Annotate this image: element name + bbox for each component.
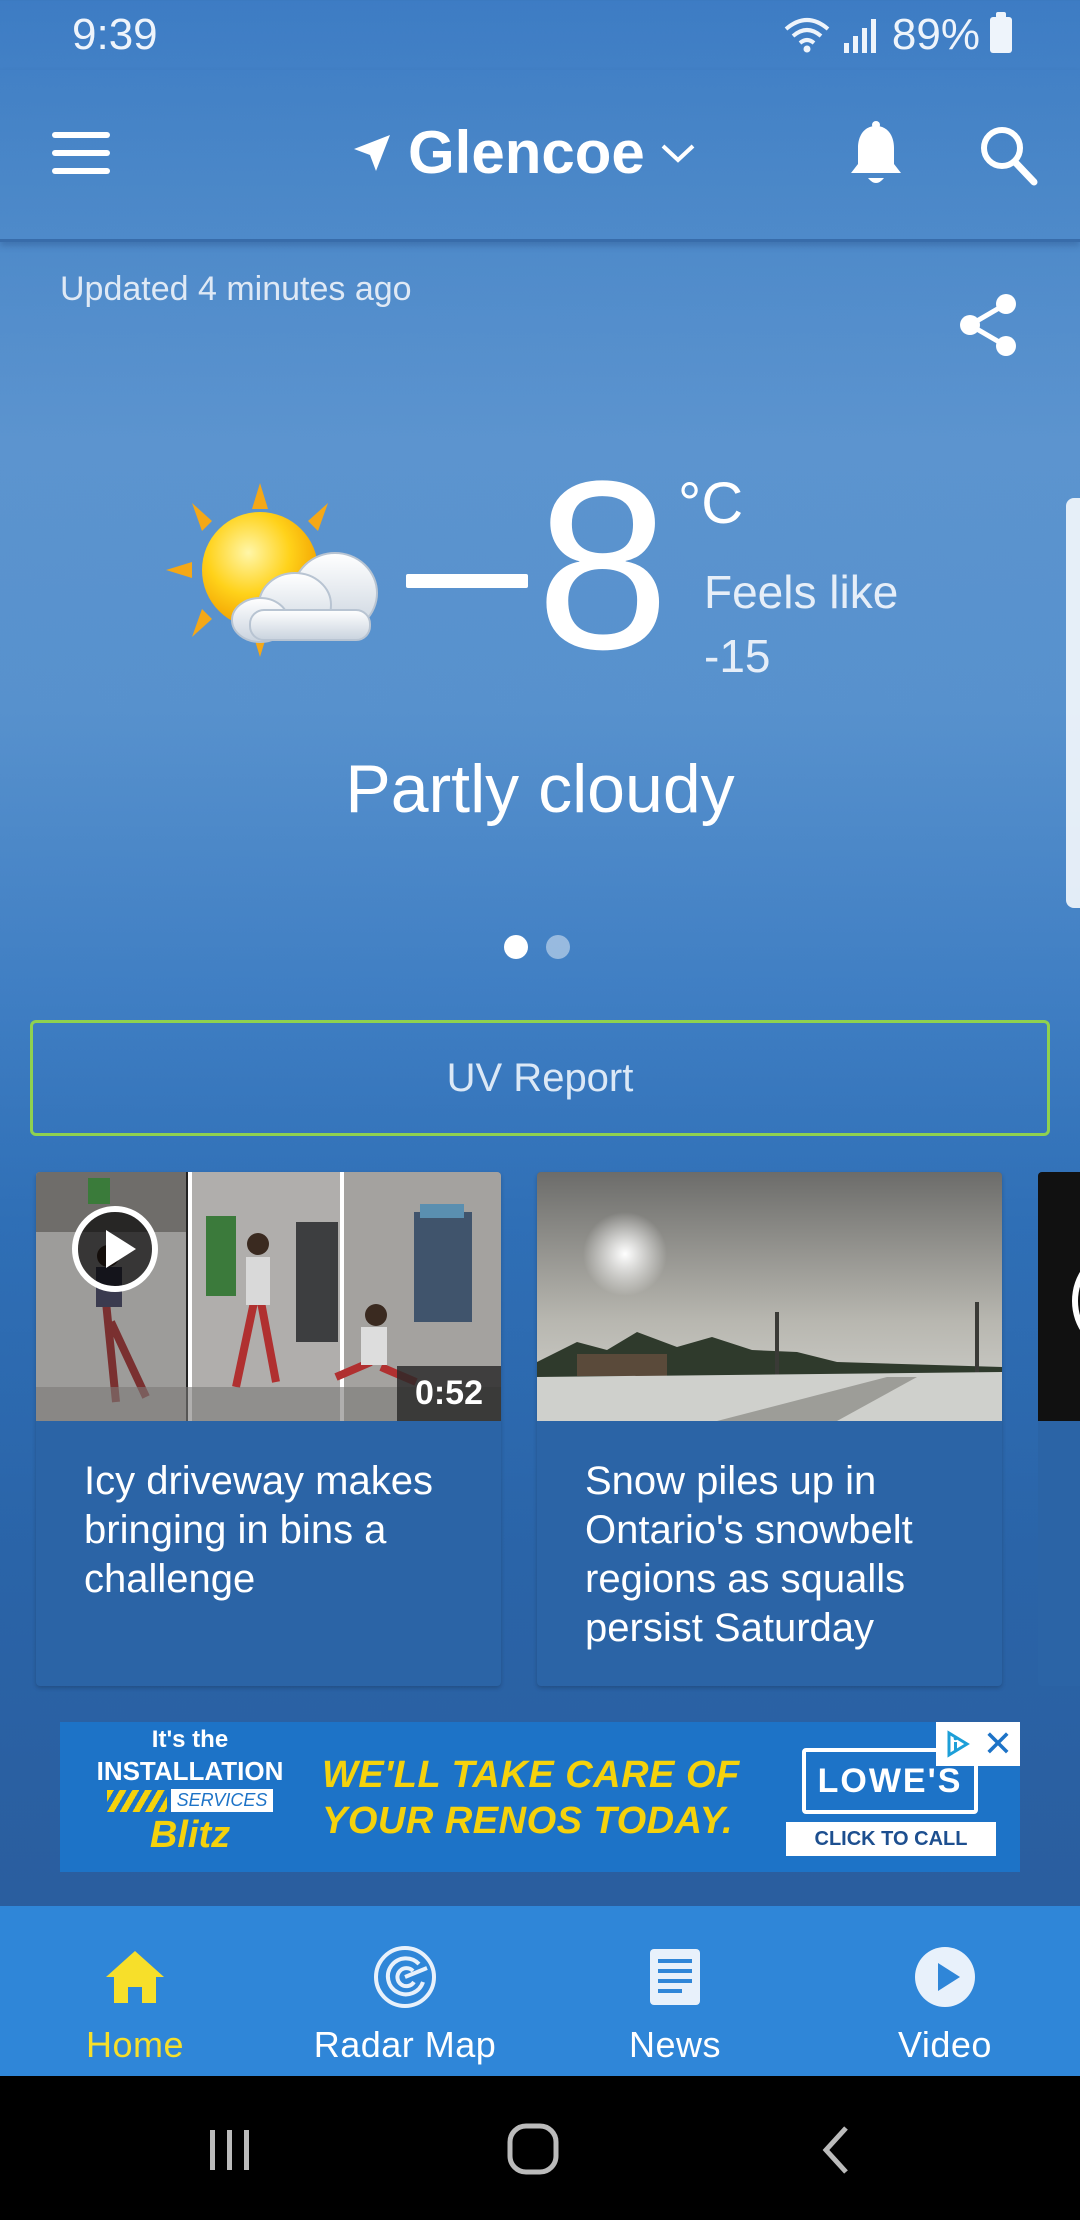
ad-headline: WE'LL TAKE CARE OF YOUR RENOS TODAY. <box>322 1752 740 1844</box>
nav-video[interactable]: Video <box>810 1906 1080 2076</box>
nav-home-label: Home <box>85 2024 185 2065</box>
video-card-partial[interactable] <box>1038 1172 1080 1686</box>
status-icons: 89% <box>782 10 1012 60</box>
battery-icon <box>990 12 1012 53</box>
status-bar: 9:39 89% <box>0 0 1080 70</box>
nav-radar[interactable]: Radar Map <box>270 1906 540 2076</box>
ad-close-icon[interactable]: ✕ <box>976 1722 1020 1766</box>
temperature-unit: °C <box>678 471 744 536</box>
updated-time: Updated 4 minutes ago <box>60 270 412 308</box>
page-indicator <box>504 935 570 959</box>
page-dot-1[interactable] <box>504 935 528 959</box>
location-selector[interactable]: Glencoe <box>350 118 697 187</box>
news-icon <box>642 1944 708 2010</box>
location-name: Glencoe <box>408 119 645 186</box>
home-button-icon[interactable] <box>504 2122 564 2178</box>
search-icon[interactable] <box>976 120 1040 190</box>
signal-icon <box>843 19 876 53</box>
ad-cta-button[interactable]: CLICK TO CALL <box>786 1822 996 1856</box>
page-dot-2[interactable] <box>546 935 570 959</box>
radar-icon <box>372 1944 438 2010</box>
partly-cloudy-sun-icon <box>166 483 378 657</box>
video-thumbnail: 0:52 <box>36 1172 501 1421</box>
home-icon <box>102 1944 168 2010</box>
video-play-icon <box>912 1944 978 2010</box>
video-duration: 0:52 <box>396 1366 501 1421</box>
battery-percent: 89% <box>891 10 980 59</box>
video-title[interactable]: Snow piles up in Ontario's snowbelt regi… <box>537 1421 1002 1653</box>
notification-bell-icon[interactable] <box>846 120 906 190</box>
recent-apps-icon[interactable] <box>200 2122 260 2178</box>
ad-headline-line2: YOUR RENOS TODAY. <box>322 1800 734 1842</box>
ad-line2: INSTALLATION <box>96 1756 284 1786</box>
ad-blitz-logo: It's the INSTALLATION SERVICES Blitz <box>90 1726 290 1857</box>
ad-choices-icon[interactable] <box>936 1722 980 1766</box>
ad-line4: Blitz <box>149 1814 231 1856</box>
advertisement-banner[interactable]: It's the INSTALLATION SERVICES Blitz WE'… <box>60 1722 1020 1872</box>
uv-report-button[interactable]: UV Report <box>30 1020 1050 1136</box>
status-time: 9:39 <box>72 10 158 59</box>
condition-text: Partly cloudy <box>345 751 735 827</box>
location-arrow-icon <box>354 134 390 171</box>
ad-line3: SERVICES <box>170 1789 274 1812</box>
back-icon[interactable] <box>808 2122 868 2178</box>
video-title[interactable]: Icy driveway makes bringing in bins a ch… <box>36 1421 501 1604</box>
nav-news[interactable]: News <box>540 1906 810 2076</box>
bottom-nav: Home Radar Map News Video <box>0 1906 1080 2076</box>
wifi-icon <box>784 18 830 53</box>
chevron-down-icon <box>661 144 695 163</box>
video-thumbnail <box>537 1172 1002 1421</box>
ad-headline-line1: WE'LL TAKE CARE OF <box>322 1754 740 1796</box>
ad-services-row: SERVICES <box>90 1789 290 1812</box>
share-icon[interactable] <box>956 290 1022 360</box>
video-thumbnail <box>1038 1172 1080 1421</box>
nav-home[interactable]: Home <box>0 1906 270 2076</box>
video-card[interactable]: 0:52 Icy driveway makes bringing in bins… <box>36 1172 501 1686</box>
nav-radar-label: Radar Map <box>313 2024 497 2065</box>
app-header: Glencoe <box>0 70 1080 242</box>
temperature-value: 8 <box>536 431 670 699</box>
feels-like: Feels like -15 <box>704 566 899 682</box>
system-nav-bar <box>0 2076 1080 2220</box>
play-icon[interactable] <box>72 1206 158 1292</box>
menu-icon[interactable] <box>52 132 116 182</box>
video-card[interactable]: Snow piles up in Ontario's snowbelt regi… <box>537 1172 1002 1686</box>
temperature-minus-sign <box>406 574 528 588</box>
nav-video-label: Video <box>898 2024 992 2065</box>
nav-news-label: News <box>628 2024 722 2065</box>
ad-stripes-decoration <box>106 1789 167 1812</box>
ad-line1: It's the <box>151 1726 229 1753</box>
side-scroll-handle[interactable] <box>1066 498 1080 908</box>
